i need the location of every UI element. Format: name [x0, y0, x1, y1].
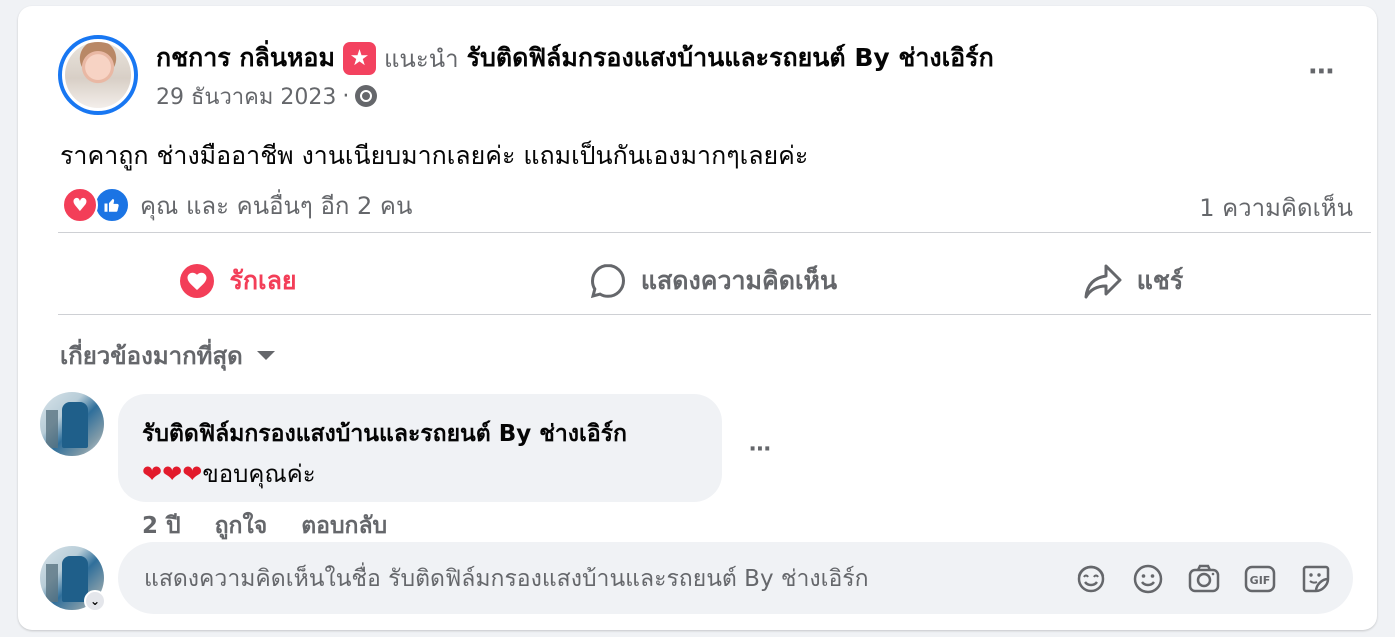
- heart-icon: [179, 263, 215, 299]
- post-header: กชการ กลิ่นหอม ★ แนะนำ รับติดฟิล์มกรองแส…: [156, 41, 994, 75]
- comment-body: ขอบคุณค่ะ: [202, 460, 316, 488]
- like-reaction-icon: [94, 187, 130, 223]
- comment-bubble: รับติดฟิล์มกรองแสงบ้านและรถยนต์ By ช่างเ…: [118, 394, 722, 502]
- love-label: รักเลย: [229, 266, 297, 295]
- comment-text: ❤❤❤ขอบคุณค่ะ: [142, 454, 316, 493]
- post-card: กชการ กลิ่นหอม ★ แนะนำ รับติดฟิล์มกรองแส…: [18, 6, 1377, 630]
- share-label: แชร์: [1136, 266, 1184, 295]
- comment-input[interactable]: [142, 558, 1066, 600]
- reactions-summary[interactable]: ♥ คุณ และ คนอื่นๆ อีก 2 คน: [62, 186, 412, 224]
- meta-separator: ·: [342, 83, 350, 109]
- composer-avatar[interactable]: ⌄: [40, 546, 106, 612]
- sort-label: เกี่ยวข้องมากที่สุด: [60, 342, 243, 370]
- recommend-star-icon: ★: [342, 41, 376, 75]
- red-heart-emoji: ❤❤❤: [142, 460, 203, 488]
- commenter-name[interactable]: รับติดฟิล์มกรองแสงบ้านและรถยนต์ By ช่างเ…: [142, 416, 627, 452]
- comment-time[interactable]: 2 ปี: [142, 508, 181, 544]
- post-meta: 29 ธันวาคม 2023 ·: [156, 79, 378, 114]
- recommend-label: แนะนำ: [383, 44, 459, 73]
- post-date[interactable]: 29 ธันวาคม 2023: [156, 79, 336, 114]
- gif-label: GIF: [1250, 574, 1271, 587]
- divider-bottom: [58, 314, 1371, 315]
- comment-composer: GIF: [118, 542, 1353, 614]
- comment-button[interactable]: แสดงความคิดเห็น: [458, 256, 968, 306]
- reactions-text: คุณ และ คนอื่นๆ อีก 2 คน: [140, 191, 413, 220]
- comment-like-button[interactable]: ถูกใจ: [215, 508, 268, 544]
- emoji-icon[interactable]: [1131, 562, 1165, 596]
- post-text: ราคาถูก ช่างมืออาชีพ งานเนียบมากเลยค่ะ แ…: [60, 141, 809, 170]
- gif-icon[interactable]: GIF: [1243, 562, 1277, 596]
- love-button[interactable]: รักเลย: [18, 256, 458, 306]
- camera-icon[interactable]: [1187, 562, 1221, 596]
- author-avatar[interactable]: [58, 35, 138, 115]
- globe-icon: [355, 85, 378, 107]
- comment-sort-dropdown[interactable]: เกี่ยวข้องมากที่สุด: [60, 336, 275, 375]
- more-options-icon[interactable]: ⋯: [1300, 50, 1344, 94]
- comment-label: แสดงความคิดเห็น: [640, 266, 838, 295]
- sticker-icon[interactable]: [1299, 562, 1333, 596]
- page-name-link[interactable]: รับติดฟิล์มกรองแสงบ้านและรถยนต์ By ช่างเ…: [467, 38, 994, 78]
- chevron-down-icon[interactable]: ⌄: [84, 590, 106, 612]
- share-button[interactable]: แชร์: [968, 256, 1298, 306]
- love-reaction-icon: ♥: [62, 187, 98, 223]
- comment-reply-button[interactable]: ตอบกลับ: [301, 508, 387, 544]
- comment-bubble-icon: [589, 262, 627, 300]
- avatar-sticker-icon[interactable]: [1074, 562, 1108, 596]
- caret-down-icon: [256, 351, 275, 360]
- divider-top: [58, 232, 1371, 233]
- share-icon: [1083, 262, 1123, 300]
- comment-more-icon[interactable]: ⋯: [740, 432, 780, 466]
- commenter-avatar[interactable]: [40, 392, 104, 456]
- comment-actions: 2 ปี ถูกใจ ตอบกลับ: [142, 508, 387, 544]
- comments-count-link[interactable]: 1 ความคิดเห็น: [1199, 188, 1353, 227]
- author-photo: [65, 42, 131, 108]
- author-name[interactable]: กชการ กลิ่นหอม: [156, 38, 335, 78]
